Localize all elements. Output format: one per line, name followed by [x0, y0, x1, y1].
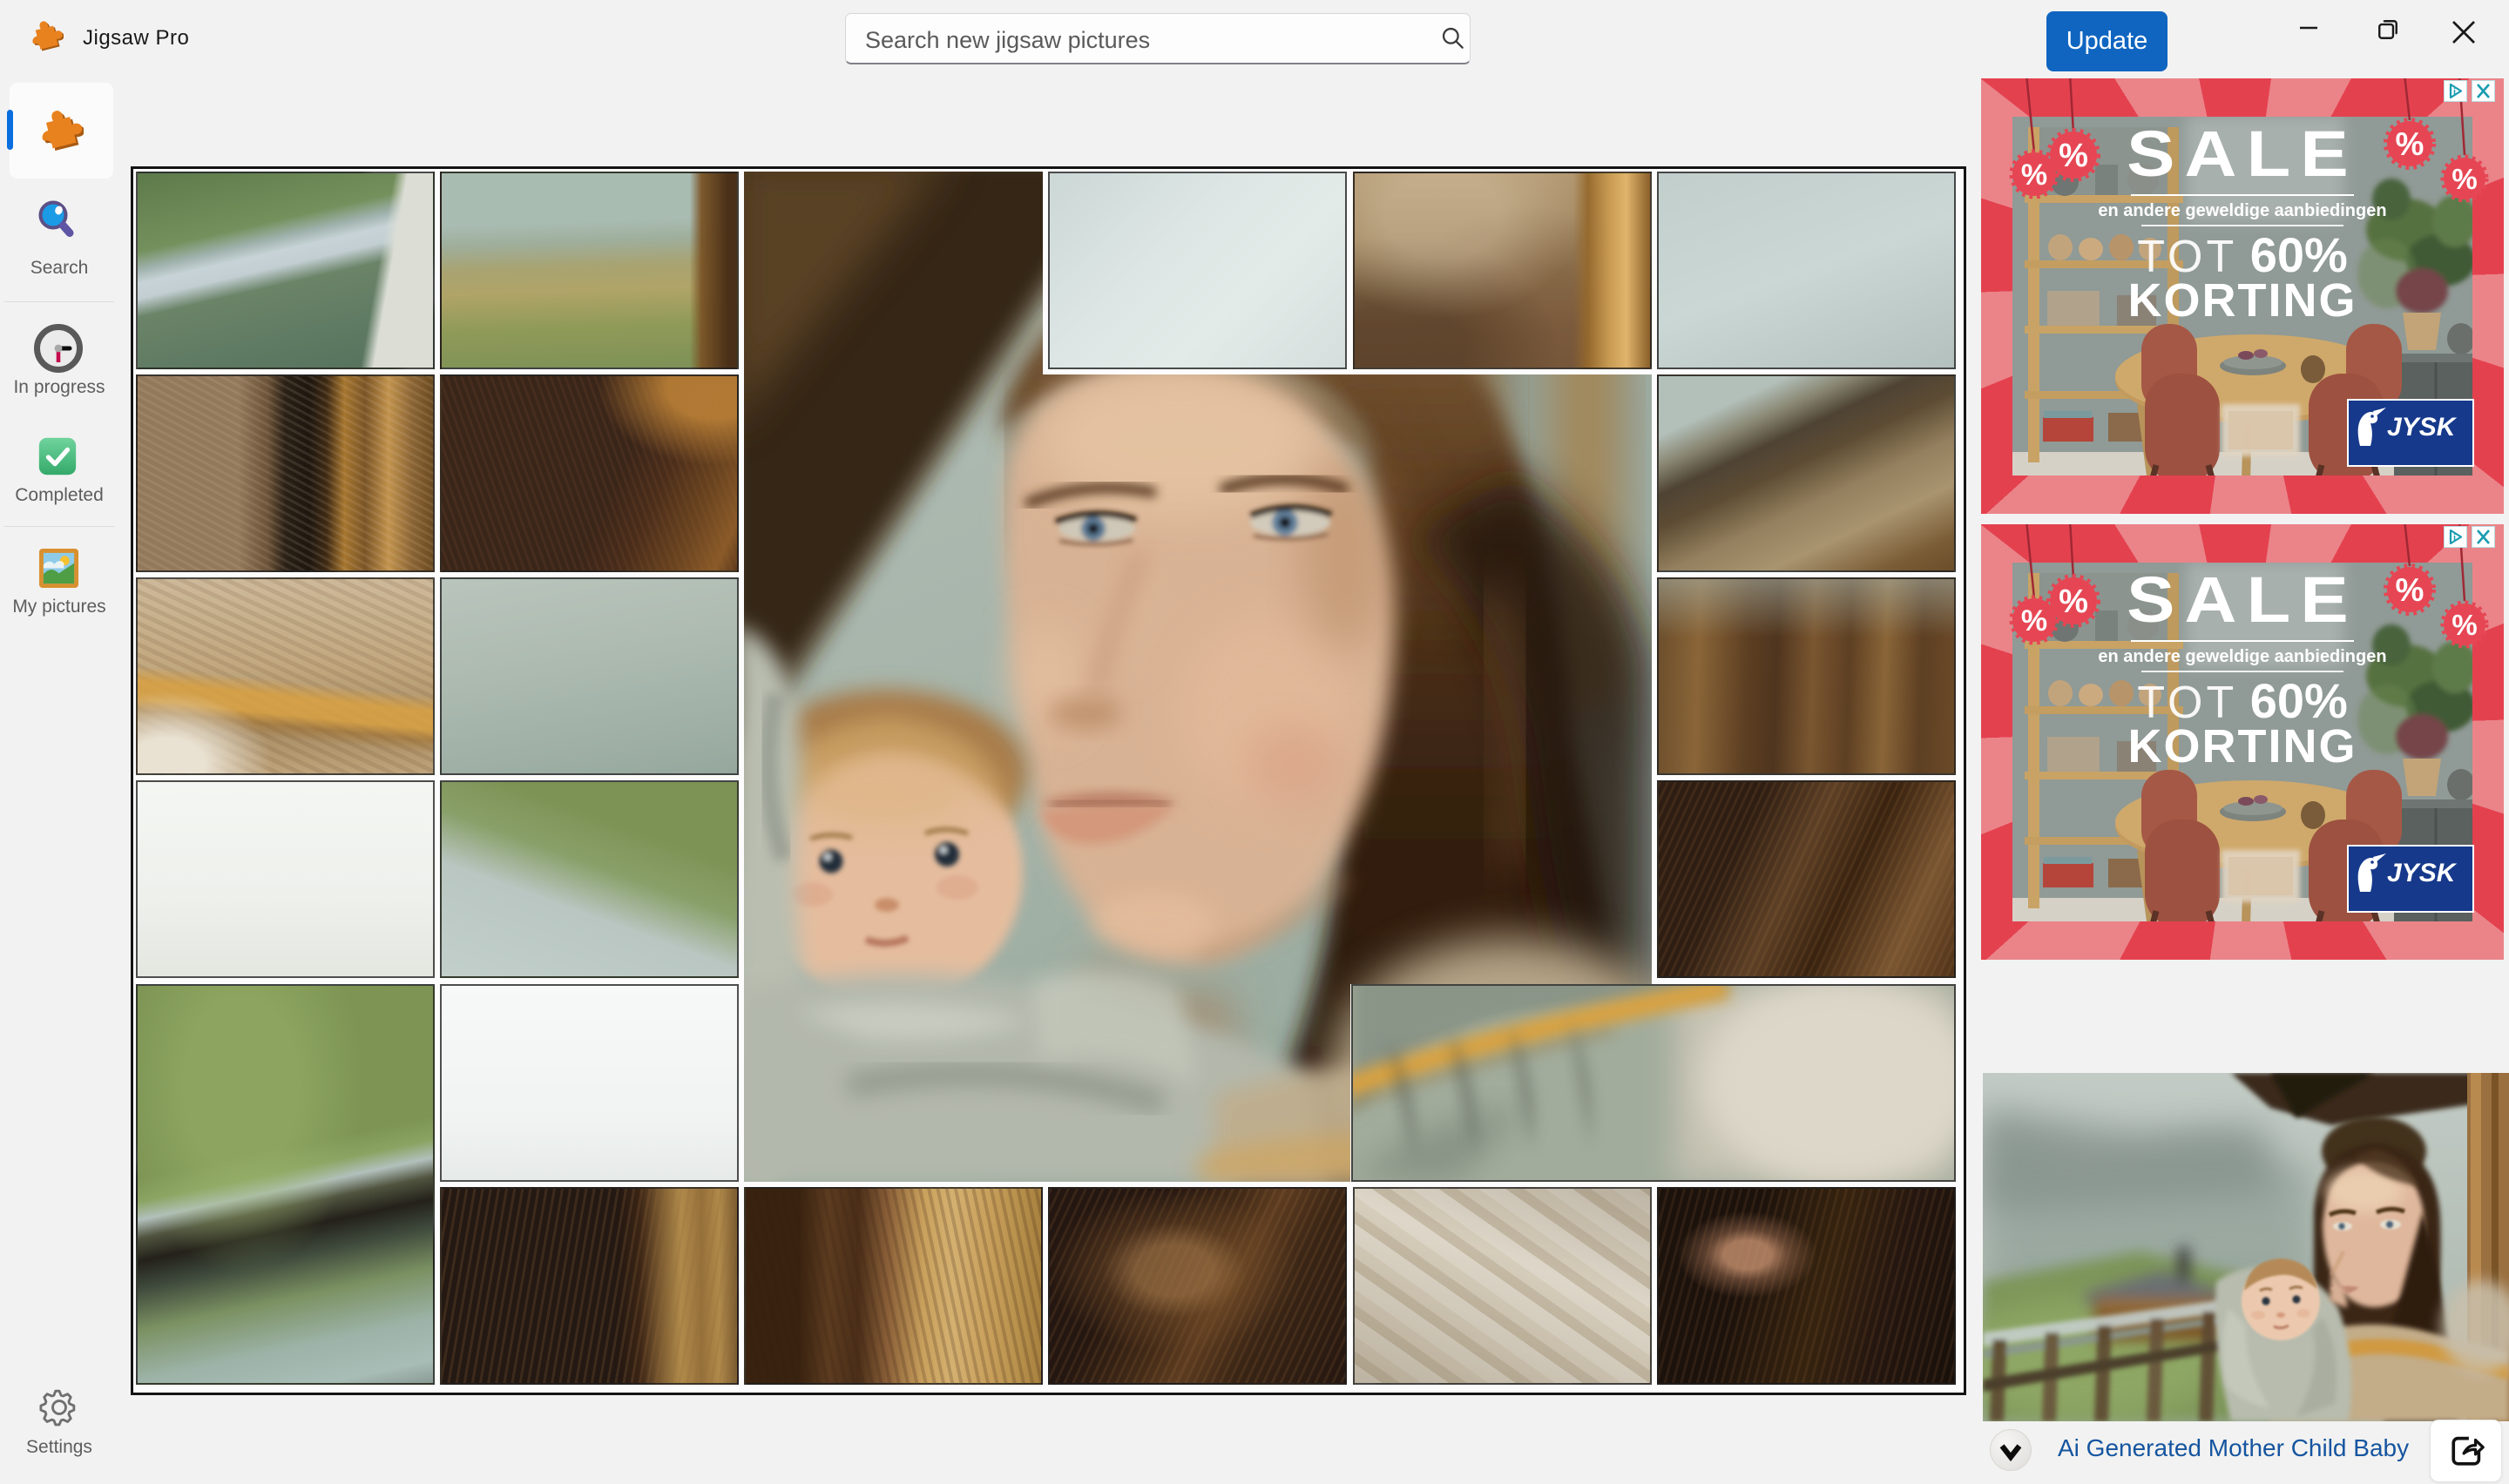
svg-text:%: %: [2059, 583, 2088, 620]
svg-text:%: %: [2396, 126, 2424, 162]
svg-text:%: %: [2021, 604, 2047, 637]
svg-text:%: %: [2059, 138, 2088, 174]
svg-text:%: %: [2452, 163, 2477, 195]
svg-text:%: %: [2396, 572, 2424, 608]
svg-text:i: i: [2453, 87, 2456, 98]
svg-text:%: %: [2021, 159, 2047, 192]
svg-text:%: %: [2452, 609, 2477, 641]
svg-text:JYSK: JYSK: [2387, 413, 2458, 442]
svg-text:i: i: [2453, 533, 2456, 543]
svg-text:JYSK: JYSK: [2387, 859, 2458, 887]
